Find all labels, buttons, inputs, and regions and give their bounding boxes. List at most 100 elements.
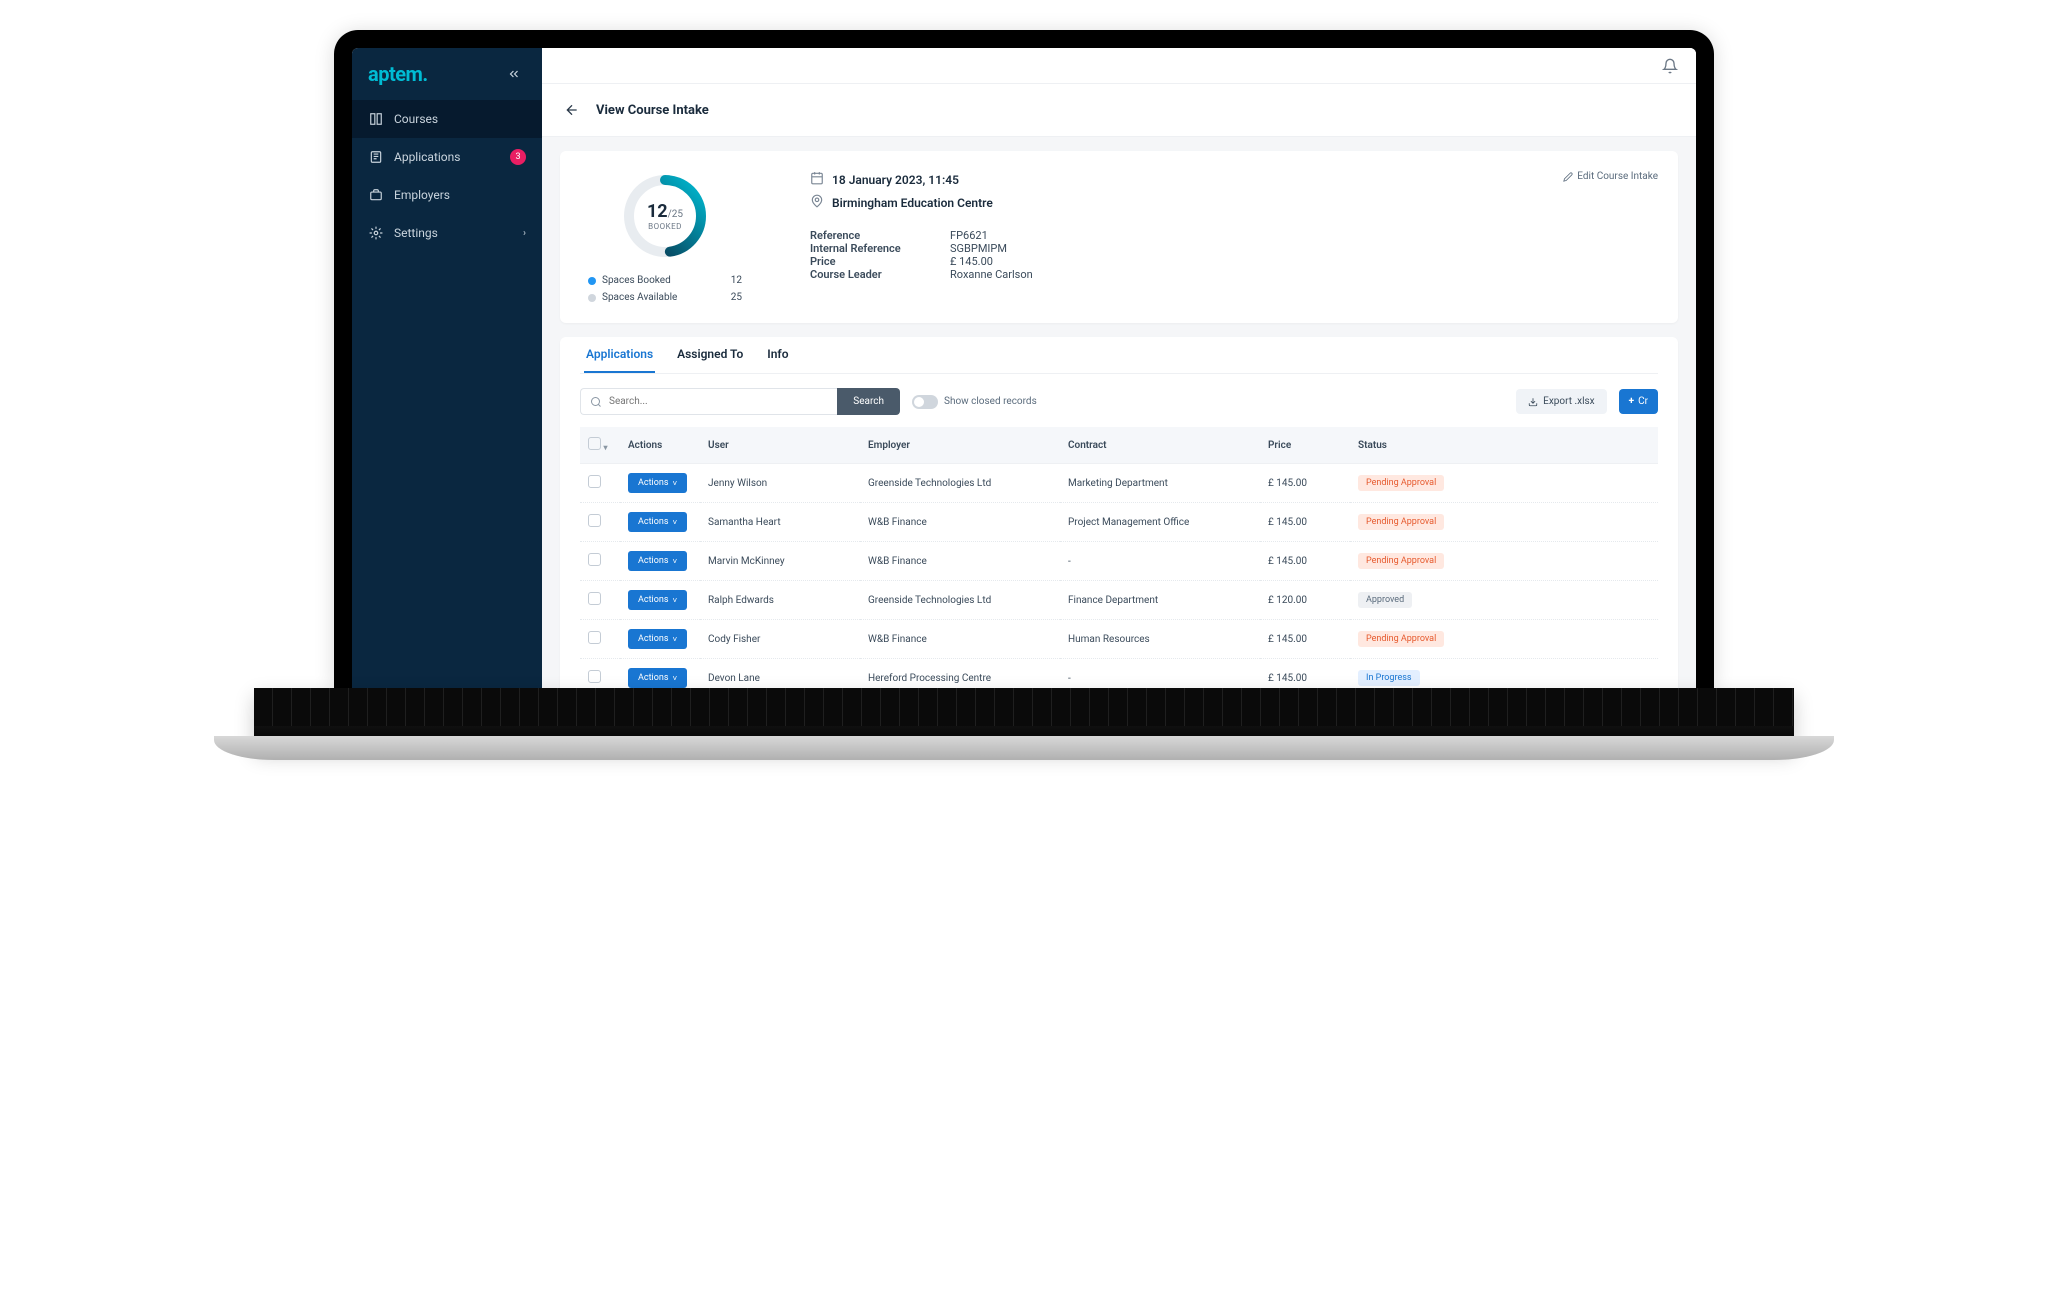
sidebar-item-courses[interactable]: Courses <box>352 100 542 138</box>
table-row: Actions ˅Marvin McKinneyW&B Finance-£ 14… <box>580 542 1658 581</box>
row-actions-button[interactable]: Actions ˅ <box>628 668 687 688</box>
row-actions-button[interactable]: Actions ˅ <box>628 629 687 649</box>
toggle-label: Show closed records <box>944 396 1037 407</box>
chevron-left-double-icon <box>507 67 521 81</box>
col-contract: Contract <box>1060 427 1260 464</box>
row-checkbox[interactable] <box>588 514 601 527</box>
sidebar: aptem. Courses Applications 3 Employers Sett… <box>352 48 542 688</box>
field-key: Reference <box>810 229 930 242</box>
applications-icon <box>368 149 384 165</box>
cell-user: Marvin McKinney <box>700 542 860 581</box>
summary-card: 12/25 BOOKED Spaces Booked12Spaces Avail… <box>560 151 1678 323</box>
cell-employer: W&B Finance <box>860 542 1060 581</box>
search-button[interactable]: Search <box>837 388 900 415</box>
cell-price: £ 120.00 <box>1260 581 1350 620</box>
cell-employer: Hereford Processing Centre <box>860 659 1060 689</box>
cell-contract: Finance Department <box>1060 581 1260 620</box>
cell-contract: Human Resources <box>1060 620 1260 659</box>
tab-info[interactable]: Info <box>765 337 790 373</box>
col-employer: Employer <box>860 427 1060 464</box>
cell-user: Samantha Heart <box>700 503 860 542</box>
col-status: Status <box>1350 427 1658 464</box>
cell-employer: Greenside Technologies Ltd <box>860 464 1060 503</box>
arrow-left-icon <box>564 102 580 118</box>
cell-price: £ 145.00 <box>1260 620 1350 659</box>
cell-user: Devon Lane <box>700 659 860 689</box>
cell-user: Ralph Edwards <box>700 581 860 620</box>
row-checkbox[interactable] <box>588 475 601 488</box>
booked-label: BOOKED <box>648 222 682 231</box>
page-title: View Course Intake <box>596 103 709 118</box>
field-value: SGBPMIPM <box>950 242 1007 255</box>
tab-assigned-to[interactable]: Assigned To <box>675 337 745 373</box>
cell-employer: Greenside Technologies Ltd <box>860 581 1060 620</box>
sidebar-item-label: Applications <box>394 150 460 164</box>
status-badge: In Progress <box>1358 670 1420 686</box>
sidebar-item-employers[interactable]: Employers <box>352 176 542 214</box>
pencil-icon <box>1563 172 1573 182</box>
sidebar-item-label: Employers <box>394 188 450 202</box>
legend-value: 12 <box>731 275 742 286</box>
booked-count: 12 <box>647 201 668 222</box>
calendar-icon <box>810 171 824 188</box>
course-datetime: 18 January 2023, 11:45 <box>832 173 959 187</box>
row-actions-button[interactable]: Actions ˅ <box>628 512 687 532</box>
status-badge: Pending Approval <box>1358 631 1444 647</box>
tab-applications[interactable]: Applications <box>584 337 655 373</box>
brand-logo: aptem. <box>368 62 428 86</box>
location-pin-icon <box>810 194 824 211</box>
field-value: FP6621 <box>950 229 988 242</box>
row-checkbox[interactable] <box>588 592 601 605</box>
legend-dot <box>588 294 596 302</box>
status-badge: Pending Approval <box>1358 475 1444 491</box>
col-user: User <box>700 427 860 464</box>
status-badge: Pending Approval <box>1358 553 1444 569</box>
search-input[interactable] <box>580 388 837 415</box>
show-closed-records-toggle[interactable] <box>912 395 938 409</box>
edit-course-intake-link[interactable]: Edit Course Intake <box>1563 171 1658 182</box>
status-badge: Pending Approval <box>1358 514 1444 530</box>
cell-employer: W&B Finance <box>860 503 1060 542</box>
cell-contract: Project Management Office <box>1060 503 1260 542</box>
cell-price: £ 145.00 <box>1260 503 1350 542</box>
status-badge: Approved <box>1358 592 1412 608</box>
employers-icon <box>368 187 384 203</box>
legend-label: Spaces Available <box>602 292 677 303</box>
row-checkbox[interactable] <box>588 553 601 566</box>
main-content: View Course Intake <box>542 48 1696 688</box>
cell-employer: W&B Finance <box>860 620 1060 659</box>
cell-contract: - <box>1060 659 1260 689</box>
row-actions-button[interactable]: Actions ˅ <box>628 551 687 571</box>
row-actions-button[interactable]: Actions ˅ <box>628 473 687 493</box>
cell-user: Jenny Wilson <box>700 464 860 503</box>
row-checkbox[interactable] <box>588 631 601 644</box>
download-icon <box>1528 397 1538 407</box>
cell-price: £ 145.00 <box>1260 464 1350 503</box>
legend-value: 25 <box>731 292 742 303</box>
col-price: Price <box>1260 427 1350 464</box>
nav-badge: 3 <box>510 149 526 165</box>
sidebar-item-settings[interactable]: Settings› <box>352 214 542 252</box>
table-row: Actions ˅ Cody FisherW&B FinanceHuman Res… <box>580 620 1658 659</box>
row-checkbox[interactable] <box>588 670 601 683</box>
table-row: Actions ˅ Samantha HeartW&B FinanceProjec… <box>580 503 1658 542</box>
topbar <box>542 48 1696 84</box>
table-row: Actions ˅ Devon LaneHereford Processing C… <box>580 659 1658 689</box>
notification-bell-icon[interactable] <box>1662 58 1678 74</box>
create-button[interactable]: +Cr <box>1619 389 1658 414</box>
sidebar-collapse-button[interactable] <box>502 62 526 86</box>
field-value: Roxanne Carlson <box>950 268 1033 281</box>
export-xlsx-button[interactable]: Export .xlsx <box>1516 389 1607 414</box>
cell-price: £ 145.00 <box>1260 659 1350 689</box>
settings-icon <box>368 225 384 241</box>
back-button[interactable] <box>560 98 584 122</box>
select-all-checkbox[interactable] <box>588 437 601 450</box>
booking-donut-chart: 12/25 BOOKED <box>620 171 710 261</box>
field-key: Price <box>810 255 930 268</box>
sidebar-item-applications[interactable]: Applications 3 <box>352 138 542 176</box>
cell-user: Cody Fisher <box>700 620 860 659</box>
page-header: View Course Intake <box>542 84 1696 137</box>
chevron-right-icon: › <box>523 228 526 239</box>
row-actions-button[interactable]: Actions ˅ <box>628 590 687 610</box>
table-row: Actions ˅ Jenny WilsonGreenside Technolog… <box>580 464 1658 503</box>
